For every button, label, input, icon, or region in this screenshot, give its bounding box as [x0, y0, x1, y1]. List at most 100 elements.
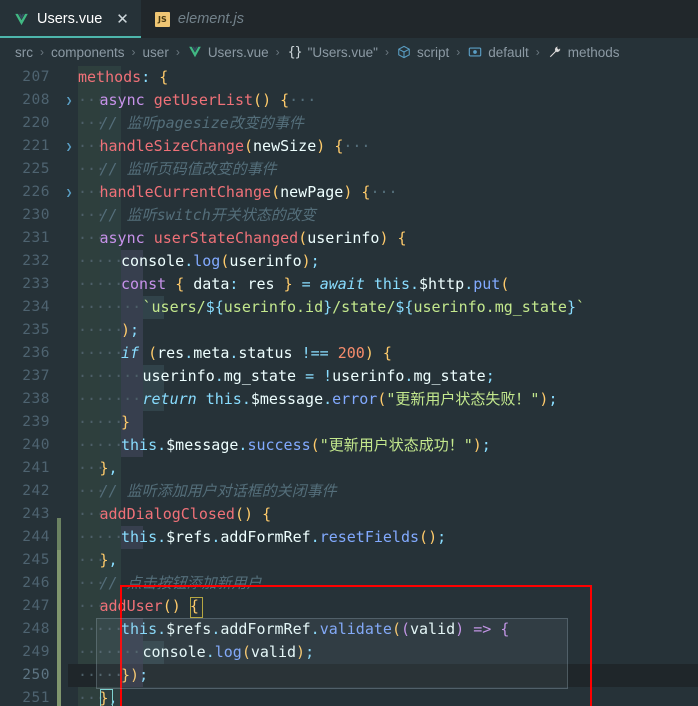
fold-chevron-icon[interactable]: ❯	[62, 89, 76, 112]
code-line[interactable]: 234 ······· `users/${userinfo.id}/state/${…	[0, 296, 698, 319]
fold-chevron-icon[interactable]: ❯	[62, 181, 76, 204]
code-line[interactable]: 238 ······· return this.$message.error("更新…	[0, 388, 698, 411]
vscode-window: Users.vue ✕ JS element.js src › componen…	[0, 0, 698, 706]
close-icon[interactable]: ✕	[116, 12, 129, 27]
indent-dots: ·····	[78, 321, 124, 339]
code-line[interactable]: 232 ····· console.log(userinfo);	[0, 250, 698, 273]
line-number: 246	[22, 575, 50, 591]
code-line[interactable]: 243 ··· addDialogClosed() {	[0, 503, 698, 526]
code-line[interactable]: 226 ❯ ··· handleCurrentChange(newPage) {···	[0, 181, 698, 204]
tab-label: Users.vue	[37, 11, 103, 27]
indent-dots: ·······	[78, 643, 142, 661]
indent-dots: ·······	[78, 298, 142, 316]
code-text: this.$refs.addFormRef.validate((valid) =…	[121, 620, 510, 638]
breadcrumb-label: user	[142, 44, 169, 60]
code-line[interactable]: 246 ···// 点击按钮添加新用户	[0, 572, 698, 595]
line-number: 244	[22, 529, 50, 545]
breadcrumb-label: Users.vue	[207, 44, 269, 60]
code-line[interactable]: 231 ··· async userStateChanged(userinfo) {	[0, 227, 698, 250]
line-number: 242	[22, 483, 50, 499]
code-text: methods: {	[78, 68, 169, 86]
vue-icon	[14, 11, 29, 27]
breadcrumb-item-users-vue-symbol[interactable]: {} "Users.vue"	[286, 44, 379, 60]
code-line[interactable]: 225 ···// 监听页码值改变的事件	[0, 158, 698, 181]
code-line[interactable]: 245 ···},	[0, 549, 698, 572]
code-text: userinfo.mg_state = !userinfo.mg_state;	[142, 367, 495, 385]
code-line[interactable]: 235 ·····);	[0, 319, 698, 342]
breadcrumb-label: "Users.vue"	[307, 44, 378, 60]
line-number: 233	[22, 276, 50, 292]
line-number: 231	[22, 230, 50, 246]
breadcrumb-item-components[interactable]: components	[50, 45, 126, 60]
braces-icon: {}	[287, 44, 303, 60]
line-number: 230	[22, 207, 50, 223]
indent-dots: ·····	[78, 344, 124, 362]
code-text: // 监听pagesize改变的事件	[99, 114, 304, 132]
line-number: 251	[22, 690, 50, 706]
line-number: 207	[22, 69, 50, 85]
code-text: addUser() {	[99, 597, 199, 615]
code-text: this.$message.success("更新用户状态成功！");	[121, 436, 491, 454]
code-line[interactable]: 248 ····· this.$refs.addFormRef.validate((…	[0, 618, 698, 641]
tab-users-vue[interactable]: Users.vue ✕	[0, 0, 141, 38]
line-number: 245	[22, 552, 50, 568]
code-line[interactable]: 208 ❯ ··· async getUserList() {···	[0, 89, 698, 112]
indent-dots: ·····	[78, 252, 124, 270]
breadcrumb-label: methods	[567, 44, 620, 60]
code-text: // 点击按钮添加新用户	[99, 574, 262, 592]
code-editor[interactable]: 207 · methods: {208 ❯ ··· async getUserList()…	[0, 66, 698, 706]
code-line[interactable]: 237 ······· userinfo.mg_state = !userinfo.…	[0, 365, 698, 388]
breadcrumb-label: script	[416, 44, 450, 60]
breadcrumb-item-methods[interactable]: methods	[546, 44, 621, 60]
code-line[interactable]: 221 ❯ ··· handleSizeChange(newSize) {···	[0, 135, 698, 158]
code-line[interactable]: 251 ···},	[0, 687, 698, 706]
line-number: 235	[22, 322, 50, 338]
code-line[interactable]: 247 ··· addUser() {	[0, 595, 698, 618]
code-text: async getUserList() {···	[99, 91, 317, 109]
code-text: },	[99, 689, 118, 706]
breadcrumb-label: default	[488, 44, 529, 60]
line-number: 226	[22, 184, 50, 200]
code-text: },	[99, 459, 118, 477]
code-line[interactable]: 250 ·····});	[0, 664, 698, 687]
line-number: 237	[22, 368, 50, 384]
code-text: console.log(userinfo);	[121, 252, 320, 270]
breadcrumb-item-default[interactable]: default	[466, 44, 530, 60]
breadcrumb-label: src	[15, 44, 33, 60]
current-line-highlight	[68, 664, 698, 687]
indent-dots: ·····	[78, 666, 124, 684]
breadcrumb-item-users-vue[interactable]: Users.vue	[186, 44, 270, 60]
code-line[interactable]: 220 ···// 监听pagesize改变的事件	[0, 112, 698, 135]
code-line[interactable]: 236 ····· if (res.meta.status !== 200) {	[0, 342, 698, 365]
editor-tab-bar: Users.vue ✕ JS element.js	[0, 0, 698, 38]
code-line[interactable]: 240 ····· this.$message.success("更新用户状态成功！…	[0, 434, 698, 457]
code-line[interactable]: 244 ····· this.$refs.addFormRef.resetField…	[0, 526, 698, 549]
code-text: }	[121, 413, 131, 431]
code-text: console.log(valid);	[142, 643, 315, 661]
code-line[interactable]: 249 ······· console.log(valid);	[0, 641, 698, 664]
code-text: });	[121, 666, 149, 684]
line-number: 248	[22, 621, 50, 637]
breadcrumb-separator-icon: ›	[384, 45, 389, 59]
breadcrumb-item-user[interactable]: user	[142, 45, 170, 60]
line-number: 241	[22, 460, 50, 476]
vue-icon	[187, 44, 203, 60]
breadcrumb-item-script[interactable]: script	[395, 44, 450, 60]
breadcrumb-separator-icon: ›	[456, 45, 461, 59]
tab-element-js[interactable]: JS element.js	[140, 0, 256, 38]
code-line[interactable]: 241 ···},	[0, 457, 698, 480]
breadcrumb-separator-icon: ›	[175, 45, 180, 59]
code-line[interactable]: 233 ····· const { data: res } = await this…	[0, 273, 698, 296]
code-line[interactable]: 242 ···// 监听添加用户对话框的关闭事件	[0, 480, 698, 503]
code-line[interactable]: 207 · methods: {	[0, 66, 698, 89]
breadcrumb-item-src[interactable]: src	[14, 45, 34, 60]
code-line[interactable]: 230 ···// 监听switch开关状态的改变	[0, 204, 698, 227]
code-line-list[interactable]: 207 · methods: {208 ❯ ··· async getUserList()…	[0, 66, 698, 706]
code-text: `users/${userinfo.id}/state/${userinfo.m…	[142, 298, 586, 316]
breadcrumb-separator-icon: ›	[131, 45, 136, 59]
tab-label: element.js	[177, 11, 244, 27]
code-line[interactable]: 239 ·····}	[0, 411, 698, 434]
fold-range-indicator-active	[57, 550, 61, 706]
line-number: 220	[22, 115, 50, 131]
fold-chevron-icon[interactable]: ❯	[62, 135, 76, 158]
